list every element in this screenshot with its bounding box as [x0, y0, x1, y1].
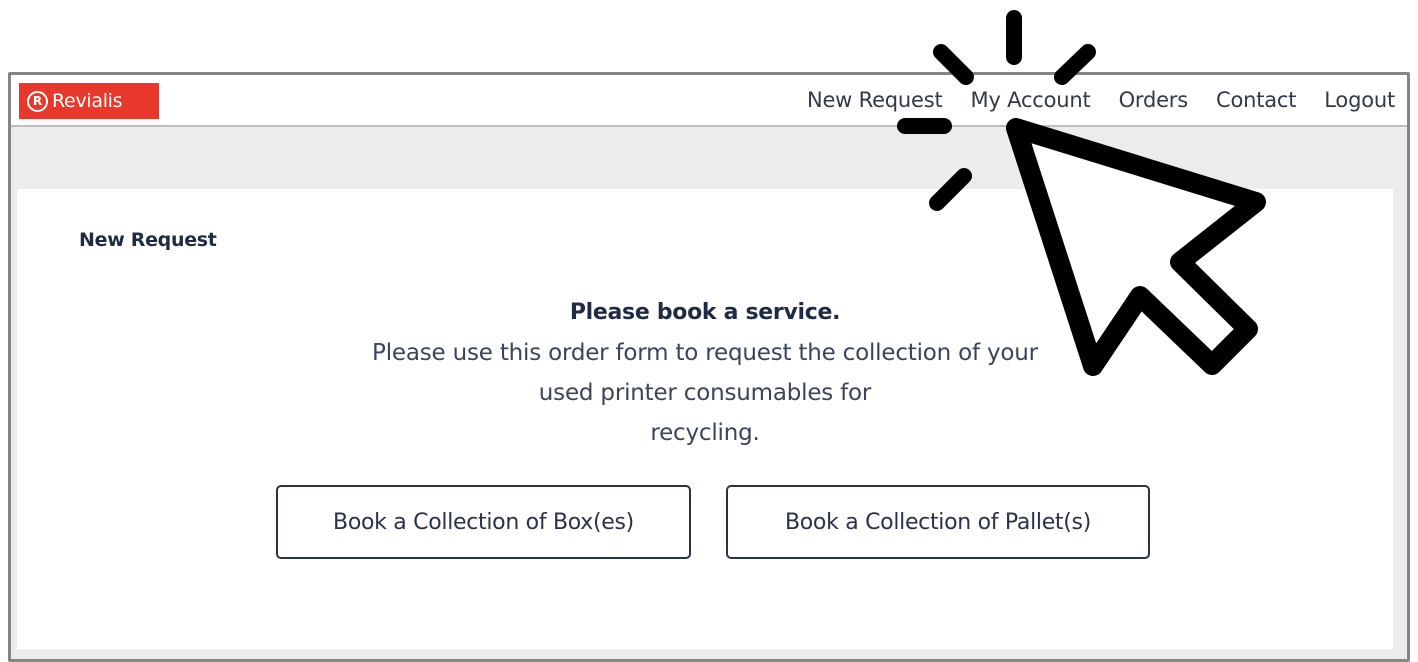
top-navbar: R Revialis New Request My Account Orders…: [11, 75, 1407, 127]
intro-text: Please book a service. Please use this o…: [17, 293, 1393, 453]
intro-line-1: Please use this order form to request th…: [372, 340, 1038, 366]
brand-name: Revialis: [52, 90, 123, 112]
intro-line-3: recycling.: [650, 420, 760, 446]
book-boxes-button[interactable]: Book a Collection of Box(es): [276, 485, 691, 559]
nav-logout[interactable]: Logout: [1324, 88, 1395, 112]
revialis-logo-icon: R: [27, 90, 48, 112]
book-pallets-button[interactable]: Book a Collection of Pallet(s): [726, 485, 1150, 559]
intro-heading: Please book a service.: [569, 300, 841, 325]
nav-orders[interactable]: Orders: [1119, 88, 1189, 112]
app-window: R Revialis New Request My Account Orders…: [8, 72, 1410, 662]
nav-my-account[interactable]: My Account: [971, 88, 1091, 112]
revialis-logo[interactable]: R Revialis: [19, 83, 159, 119]
nav-new-request[interactable]: New Request: [807, 88, 943, 112]
page-title: New Request: [79, 229, 217, 251]
intro-line-2: used printer consumables for: [538, 380, 872, 406]
nav-links: New Request My Account Orders Contact Lo…: [779, 75, 1395, 125]
nav-contact[interactable]: Contact: [1216, 88, 1297, 112]
new-request-card: New Request Please book a service. Pleas…: [17, 189, 1393, 649]
